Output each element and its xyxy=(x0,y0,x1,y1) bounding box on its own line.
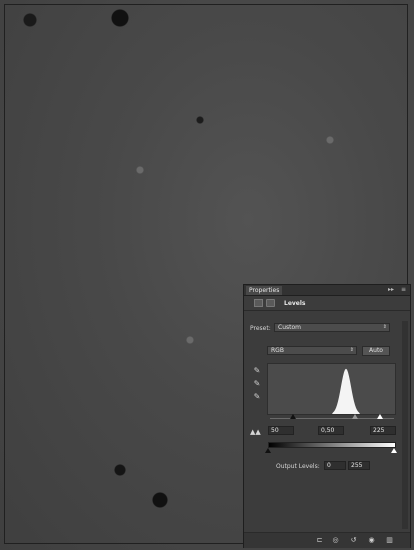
collapse-icon[interactable]: ▸▸ xyxy=(388,285,394,295)
input-black-field[interactable]: 50 xyxy=(268,426,294,435)
output-gradient xyxy=(268,442,396,448)
input-white-field[interactable]: 225 xyxy=(370,426,396,435)
eyedropper-white-icon[interactable]: ✎ xyxy=(252,392,262,401)
channel-select[interactable]: RGB ⇕ xyxy=(267,346,357,355)
clip-to-layer-icon[interactable]: ⊏ xyxy=(314,535,325,545)
output-black-slider[interactable] xyxy=(265,448,271,453)
gamma-slider[interactable] xyxy=(352,414,358,419)
trash-icon[interactable]: ▥ xyxy=(384,535,395,545)
preset-label: Preset: xyxy=(250,325,271,332)
adjustment-title: Levels xyxy=(284,300,306,307)
white-point-slider[interactable] xyxy=(377,414,383,419)
panel-scrollbar[interactable] xyxy=(402,321,408,529)
preset-select[interactable]: Custom ⇕ xyxy=(274,323,390,332)
eyedropper-gray-icon[interactable]: ✎ xyxy=(252,379,262,388)
output-levels-label: Output Levels: xyxy=(276,463,320,470)
panel-footer: ⊏ ◎ ↺ ◉ ▥ xyxy=(244,532,410,548)
input-slider-track xyxy=(270,418,394,419)
reset-icon[interactable]: ↺ xyxy=(348,535,359,545)
channel-value: RGB xyxy=(271,347,284,354)
output-black-field[interactable]: 0 xyxy=(324,461,346,470)
levels-icon[interactable] xyxy=(254,299,263,307)
chevron-down-icon: ⇕ xyxy=(382,324,387,330)
clip-warning-icon[interactable]: ▲▲ xyxy=(250,428,261,436)
properties-tab[interactable]: Properties xyxy=(246,286,283,295)
input-gamma-field[interactable]: 0,50 xyxy=(318,426,344,435)
black-point-slider[interactable] xyxy=(290,414,296,419)
preset-value: Custom xyxy=(278,324,301,331)
output-white-field[interactable]: 255 xyxy=(348,461,370,470)
histogram xyxy=(267,363,396,415)
chevron-down-icon: ⇕ xyxy=(349,347,354,353)
histogram-graph xyxy=(268,368,395,414)
auto-button[interactable]: Auto xyxy=(362,346,390,356)
panel-menu-icon[interactable]: ≡ xyxy=(401,285,406,295)
view-previous-icon[interactable]: ◎ xyxy=(330,535,341,545)
eye-icon[interactable]: ◉ xyxy=(366,535,377,545)
panel-titlebar[interactable]: Properties ▸▸ ≡ xyxy=(244,285,410,296)
mask-icon[interactable] xyxy=(266,299,275,307)
adjustment-header: Levels xyxy=(244,296,410,311)
eyedropper-black-icon[interactable]: ✎ xyxy=(252,366,262,375)
output-white-slider[interactable] xyxy=(391,448,397,453)
properties-panel: Properties ▸▸ ≡ Levels Preset: Custom ⇕ R… xyxy=(243,284,411,548)
